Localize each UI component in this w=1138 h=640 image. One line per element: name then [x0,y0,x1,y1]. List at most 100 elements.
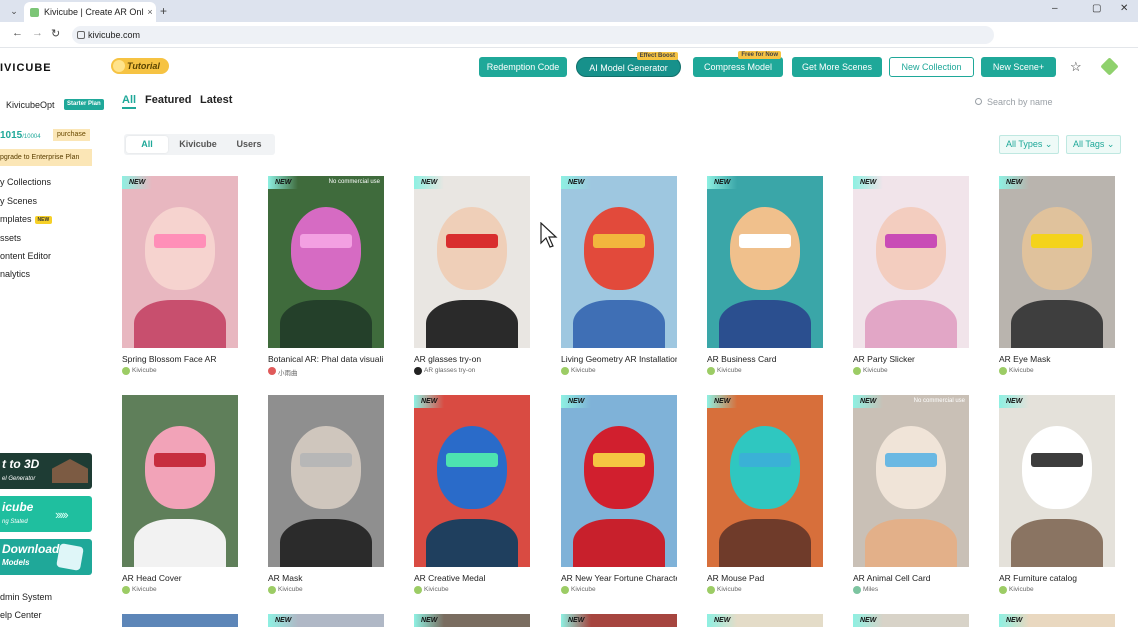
template-title[interactable]: AR Business Card [707,354,823,364]
template-thumbnail[interactable]: NEW [853,614,969,627]
purchase-button[interactable]: purchase [53,129,90,141]
tab-featured[interactable]: Featured [145,94,191,106]
template-thumbnail[interactable]: NEW [707,614,823,627]
tab-latest[interactable]: Latest [200,94,232,106]
site-info-icon[interactable] [77,31,85,39]
forward-icon[interactable]: → [32,27,43,39]
template-title[interactable]: Botanical AR: Phal data visuali... [268,354,384,364]
template-thumbnail[interactable] [122,395,238,567]
get-more-scenes-button[interactable]: Get More Scenes [792,57,882,77]
tab-all[interactable]: All [122,94,137,109]
author-avatar-icon [414,586,422,594]
upgrade-enterprise-button[interactable]: pgrade to Enterprise Plan [0,149,92,166]
template-thumbnail[interactable]: NEW [999,614,1115,627]
template-thumbnail[interactable]: NEW [999,395,1115,567]
reload-icon[interactable]: ↻ [51,27,60,40]
minimize-icon[interactable]: – [1052,3,1058,14]
template-thumbnail[interactable]: NEW [561,614,677,627]
sidebar-item-my-scenes[interactable]: y Scenes [0,196,37,206]
template-title[interactable]: AR Head Cover [122,573,238,583]
new-tag: NEW [999,395,1030,408]
browser-tab-title: Kivicube | Create AR Online ... [44,7,144,17]
template-thumbnail[interactable]: NEW No commercial use [853,395,969,567]
filter-all[interactable]: All [126,136,168,153]
filter-kivicube[interactable]: Kivicube [173,136,223,153]
template-thumbnail[interactable]: NEW No commercial use [268,176,384,348]
template-title[interactable]: AR Creative Medal [414,573,530,583]
star-plus-icon[interactable]: ☆ [1070,60,1082,74]
maximize-icon[interactable]: ▢ [1092,3,1101,14]
sidebar-item-admin-system[interactable]: dmin System [0,592,52,602]
promo-getting-started-banner[interactable]: icube ng Stated ››››› [0,496,92,532]
new-scene-button[interactable]: New Scene+ [981,57,1056,77]
template-thumbnail[interactable]: NEW [561,176,677,348]
template-thumbnail[interactable]: NEW [414,395,530,567]
browser-tab[interactable]: Kivicube | Create AR Online ... × [24,2,156,22]
template-title[interactable]: AR Animal Cell Card [853,573,969,583]
thumbnail-accent-shape [154,453,206,468]
template-thumbnail[interactable]: NEW [707,395,823,567]
template-thumbnail[interactable]: NEW [122,176,238,348]
author-avatar-icon [853,586,861,594]
template-thumbnail[interactable]: NEW [414,176,530,348]
types-dropdown[interactable]: All Types ⌄ [999,135,1060,154]
close-window-icon[interactable]: ✕ [1120,3,1128,14]
author-avatar-icon [707,367,715,375]
template-title[interactable]: AR Party Slicker [853,354,969,364]
thumbnail-subject-shape [876,425,946,509]
app-header: IVICUBE Tutorial Redemption Code AI Mode… [0,48,1138,86]
thumbnail-subject-shape [437,206,507,290]
thumbnail-accent-shape [154,234,206,249]
new-tab-button[interactable]: + [160,4,167,18]
url-field[interactable]: kivicube.com [72,26,994,44]
template-author: Miles [853,586,878,594]
template-title[interactable]: AR Mouse Pad [707,573,823,583]
sidebar-item-my-collections[interactable]: y Collections [0,177,51,187]
template-title[interactable]: AR glasses try-on [414,354,530,364]
template-title[interactable]: AR Eye Mask [999,354,1115,364]
thumbnail-accent-shape [593,453,645,468]
tags-dropdown[interactable]: All Tags ⌄ [1066,135,1122,154]
sidebar-item-help-center[interactable]: elp Center [0,610,42,620]
template-thumbnail[interactable]: NEW [414,614,530,627]
back-icon[interactable]: ← [12,27,23,39]
close-tab-icon[interactable]: × [144,7,156,17]
ai-model-generator-button[interactable]: AI Model Generator Effect Boost [576,52,681,77]
template-title[interactable]: AR New Year Fortune Character [561,573,677,583]
template-thumbnail[interactable]: NEW [268,614,384,627]
cube-logo-icon[interactable] [1100,57,1119,76]
sidebar-item-assets[interactable]: ssets [0,233,21,243]
thumbnail-accent-shape [739,234,791,249]
template-thumbnail[interactable]: NEW [853,176,969,348]
sidebar-item-content-editor[interactable]: ontent Editor [0,251,51,261]
thumbnail-accent-shape [885,453,937,468]
template-title[interactable]: Spring Blossom Face AR [122,354,238,364]
tutorial-button[interactable]: Tutorial [111,58,169,74]
redemption-code-button[interactable]: Redemption Code [479,57,567,77]
sidebar-item-templates[interactable]: mplates NEW [0,214,53,224]
new-tag: NEW [561,395,592,408]
template-thumbnail[interactable] [268,395,384,567]
template-thumbnail[interactable] [122,614,238,627]
promo-text-to-3d-banner[interactable]: t to 3D el Generator [0,453,92,489]
template-thumbnail[interactable]: NEW [707,176,823,348]
template-title[interactable]: AR Furniture catalog [999,573,1115,583]
promo-download-models-banner[interactable]: Download Models [0,539,92,575]
sidebar-item-analytics[interactable]: nalytics [0,269,30,279]
tab-list-chevron-icon[interactable]: ⌄ [6,4,22,18]
thumbnail-accent-shape [1031,453,1083,468]
house-model-icon [52,459,88,483]
compress-model-button[interactable]: Compress Model Free for Now [693,51,783,77]
template-title[interactable]: AR Mask [268,573,384,583]
filter-users[interactable]: Users [227,136,271,153]
logo[interactable]: IVICUBE [0,62,52,74]
new-collection-button[interactable]: New Collection [889,57,974,77]
template-author: Kivicube [561,586,596,594]
promo-subtitle: Models [2,558,30,567]
search-icon [975,98,982,105]
thumbnail-subject-shape [145,206,215,290]
search-input[interactable]: Search by name [972,94,1118,110]
template-title[interactable]: Living Geometry AR Installation [561,354,677,364]
template-thumbnail[interactable]: NEW [999,176,1115,348]
template-thumbnail[interactable]: NEW [561,395,677,567]
